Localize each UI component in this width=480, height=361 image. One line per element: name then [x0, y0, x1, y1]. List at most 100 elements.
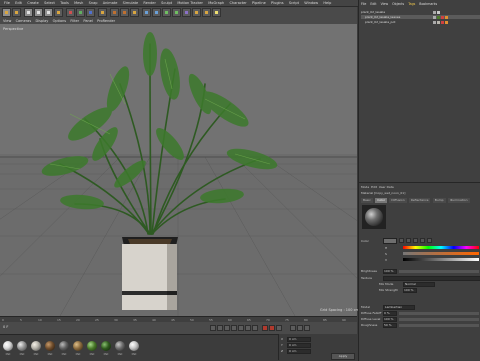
color-picker-icon[interactable]: [399, 238, 404, 243]
perspective-viewport[interactable]: [0, 24, 357, 316]
key-scale-icon[interactable]: [304, 325, 310, 331]
floor-icon[interactable]: [192, 8, 201, 17]
om-menu-view[interactable]: View: [381, 2, 389, 6]
material-ball[interactable]: [17, 341, 27, 351]
render-settings-icon[interactable]: [130, 8, 139, 17]
visibility-icon[interactable]: [433, 15, 436, 19]
go-to-end-icon[interactable]: [252, 325, 258, 331]
key-selection-icon[interactable]: [276, 325, 282, 331]
visibility-icon[interactable]: [433, 10, 436, 14]
tab-color[interactable]: Color: [375, 198, 388, 203]
menu-select[interactable]: Select: [44, 0, 55, 6]
value-slider[interactable]: [403, 258, 479, 261]
tab-basic[interactable]: Basic: [361, 198, 373, 203]
object-row[interactable]: plant_02_lasalia: [361, 10, 479, 14]
saturation-slider[interactable]: [403, 252, 479, 255]
menu-tools[interactable]: Tools: [60, 0, 69, 6]
om-menu-edit[interactable]: Edit: [370, 2, 376, 6]
om-menu-objects[interactable]: Objects: [392, 2, 404, 6]
om-menu-tags[interactable]: Tags: [408, 2, 415, 6]
object-row[interactable]: plant_02_lasalia_pot: [361, 20, 480, 24]
menu-character[interactable]: Character: [229, 0, 246, 6]
om-menu-bookmarks[interactable]: Bookmarks: [419, 2, 437, 6]
material-tag-icon[interactable]: [437, 20, 440, 24]
material-tag-icon[interactable]: [441, 15, 444, 19]
material-tag-icon[interactable]: [445, 20, 448, 24]
object-row[interactable]: plant_02_lasalia_leaves: [361, 15, 480, 19]
menu-window[interactable]: Window: [304, 0, 318, 6]
rotate-tool-icon[interactable]: [54, 8, 63, 17]
record-icon[interactable]: [262, 325, 268, 331]
go-to-start-icon[interactable]: [210, 325, 216, 331]
menu-mesh[interactable]: Mesh: [74, 0, 83, 6]
spectrum-icon[interactable]: [406, 238, 411, 243]
menu-help[interactable]: Help: [323, 0, 331, 6]
material-ball[interactable]: [31, 341, 41, 351]
prev-key-icon[interactable]: [217, 325, 223, 331]
material-ball[interactable]: [101, 341, 111, 351]
diffuse-falloff-slider[interactable]: [399, 312, 479, 315]
redo-icon[interactable]: [12, 8, 21, 17]
material-ball[interactable]: [115, 341, 125, 351]
menu-create[interactable]: Create: [27, 0, 39, 6]
material-ball[interactable]: [45, 341, 55, 351]
color-swatch[interactable]: [383, 238, 397, 244]
menu-snap[interactable]: Snap: [89, 0, 98, 6]
menu-motion-tracker[interactable]: Motion Tracker: [177, 0, 203, 6]
menu-edit[interactable]: Edit: [15, 0, 22, 6]
next-frame-icon[interactable]: [238, 325, 244, 331]
menu-plugins[interactable]: Plugins: [271, 0, 284, 6]
material-ball[interactable]: [87, 341, 97, 351]
visibility-icon[interactable]: [433, 20, 436, 24]
material-tag-icon[interactable]: [445, 15, 448, 19]
menu-animate[interactable]: Animate: [103, 0, 118, 6]
menu-file[interactable]: File: [4, 0, 10, 6]
menu-mograph[interactable]: MoGraph: [208, 0, 224, 6]
tab-reflectance[interactable]: Reflectance: [408, 198, 431, 203]
material-ball[interactable]: [73, 341, 83, 351]
live-select-icon[interactable]: [24, 8, 33, 17]
menu-simulate[interactable]: Simulate: [123, 0, 138, 6]
tab-illumination[interactable]: Illumination: [447, 198, 470, 203]
render-view-icon[interactable]: [110, 8, 119, 17]
kelvin-icon[interactable]: [427, 238, 432, 243]
x-axis-icon[interactable]: [66, 8, 75, 17]
apply-button[interactable]: Apply: [331, 353, 355, 360]
rgb-icon[interactable]: [413, 238, 418, 243]
z-axis-icon[interactable]: [86, 8, 95, 17]
material-ball[interactable]: [59, 341, 69, 351]
scale-tool-icon[interactable]: [44, 8, 53, 17]
brightness-slider[interactable]: [399, 270, 479, 273]
material-tag-icon[interactable]: [437, 10, 440, 14]
hsv-icon[interactable]: [420, 238, 425, 243]
coordinate-system-icon[interactable]: [98, 8, 107, 17]
subdivision-icon[interactable]: [162, 8, 171, 17]
menu-sculpt[interactable]: Sculpt: [161, 0, 172, 6]
pen-icon[interactable]: [152, 8, 161, 17]
menu-script[interactable]: Script: [289, 0, 299, 6]
play-icon[interactable]: [231, 325, 237, 331]
hue-slider[interactable]: [403, 246, 479, 249]
camera-icon[interactable]: [202, 8, 211, 17]
render-to-picture-viewer-icon[interactable]: [120, 8, 129, 17]
prev-frame-icon[interactable]: [224, 325, 230, 331]
material-tag-icon[interactable]: [437, 15, 440, 19]
y-axis-icon[interactable]: [76, 8, 85, 17]
material-ball[interactable]: [129, 341, 139, 351]
material-preview[interactable]: [362, 205, 386, 229]
key-rotation-icon[interactable]: [297, 325, 303, 331]
tab-diffusion[interactable]: Diffusion: [389, 198, 407, 203]
material-ball[interactable]: [3, 341, 13, 351]
light-icon[interactable]: [212, 8, 221, 17]
om-menu-file[interactable]: File: [361, 2, 366, 6]
deformer-icon[interactable]: [182, 8, 191, 17]
array-icon[interactable]: [172, 8, 181, 17]
tab-bump[interactable]: Bump: [432, 198, 446, 203]
undo-icon[interactable]: [2, 8, 11, 17]
next-key-icon[interactable]: [245, 325, 251, 331]
diffuse-level-slider[interactable]: [399, 318, 479, 321]
autokey-icon[interactable]: [269, 325, 275, 331]
menu-render[interactable]: Render: [143, 0, 155, 6]
roughness-slider[interactable]: [399, 324, 479, 327]
key-position-icon[interactable]: [290, 325, 296, 331]
